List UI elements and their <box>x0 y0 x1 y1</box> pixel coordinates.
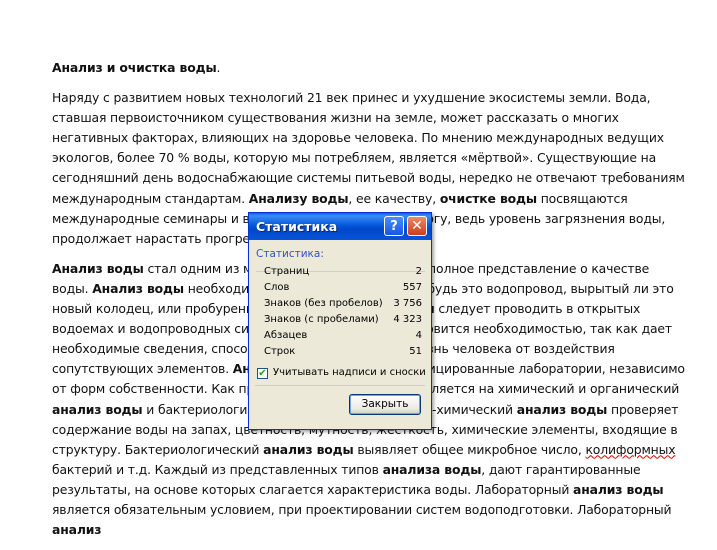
checkbox-check-icon[interactable]: ✔ <box>257 368 268 379</box>
text-run: выявляет общее микробное число, <box>353 441 586 457</box>
stat-label: Слов <box>264 282 290 293</box>
bold-run: анализ воды <box>52 401 143 417</box>
statistics-group-label: Статистика: <box>256 248 324 260</box>
checkbox-label[interactable]: Учитывать надписи и сноски <box>273 367 426 378</box>
close-button[interactable]: Закрыть <box>349 394 421 415</box>
stat-value: 557 <box>402 282 422 293</box>
help-icon[interactable]: ? <box>384 216 404 236</box>
stat-row-lines: Строк 51 <box>264 346 422 360</box>
misspelled-word: колиформных <box>585 441 676 457</box>
stat-label: Строк <box>264 346 296 357</box>
document-heading: Анализ и очистка воды. <box>52 58 687 78</box>
bold-run: анализа воды <box>382 461 482 477</box>
stat-label: Абзацев <box>264 330 308 341</box>
text-run: , ее качеству, <box>348 190 440 206</box>
bold-run: анализ <box>52 522 102 538</box>
heading-text: Анализ и очистка воды <box>52 60 217 75</box>
bold-run: Анализ воды <box>92 280 184 296</box>
statistics-dialog: Статистика ? ✕ Статистика: Страниц 2 Сло… <box>248 212 432 430</box>
bold-run: Анализ воды <box>52 260 144 276</box>
stat-value: 4 323 <box>393 314 422 325</box>
stat-label: Знаков (без пробелов) <box>264 298 383 309</box>
bold-run: анализ воды <box>516 401 608 417</box>
stat-row-chars-no-spaces: Знаков (без пробелов) 3 756 <box>264 298 422 312</box>
dialog-divider <box>255 385 425 386</box>
text-run: разделяется на химический и органический <box>390 381 680 397</box>
dialog-title: Статистика <box>256 219 338 234</box>
stat-label: Страниц <box>264 266 310 277</box>
stat-value: 4 <box>415 330 422 341</box>
bold-run: очистке воды <box>439 190 537 206</box>
text-run: Наряду с развитием новых технологий 21 в… <box>52 90 685 206</box>
dialog-titlebar[interactable]: Статистика ? ✕ <box>249 213 431 240</box>
stat-value: 3 756 <box>393 298 422 309</box>
stat-row-pages: Страниц 2 <box>264 266 422 280</box>
stat-value: 2 <box>415 266 422 277</box>
close-icon[interactable]: ✕ <box>407 216 427 236</box>
stat-row-chars-with-spaces: Знаков (с пробелами) 4 323 <box>264 314 422 328</box>
stat-value: 51 <box>409 346 422 357</box>
heading-period: . <box>216 60 221 75</box>
bold-run: анализ воды <box>263 441 354 457</box>
stat-row-words: Слов 557 <box>264 282 422 296</box>
stat-label: Знаков (с пробелами) <box>264 314 379 325</box>
text-run: бактерий и т.д. Каждый из представленных… <box>52 461 383 477</box>
bold-run: Анализу воды <box>248 190 349 206</box>
text-run: является обязательным условием, при прое… <box>52 501 672 517</box>
stat-row-paragraphs: Абзацев 4 <box>264 330 422 344</box>
bold-run: анализ воды <box>573 481 664 497</box>
